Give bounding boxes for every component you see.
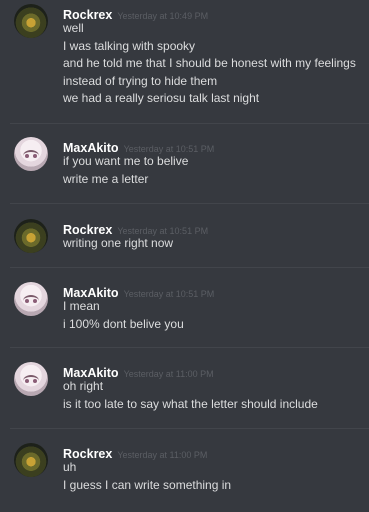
message-divider	[10, 123, 369, 124]
message-line: writing one right now	[63, 236, 174, 250]
message-line: oh right	[63, 379, 104, 393]
rockrex-avatar-icon[interactable]	[14, 219, 48, 253]
message-divider	[10, 267, 369, 268]
message-line: I guess I can write something in	[63, 477, 232, 492]
message-line: write me a letter	[63, 171, 149, 186]
message-line: I was talking with spooky	[63, 38, 196, 53]
maxakito-avatar-icon[interactable]	[14, 137, 48, 171]
maxakito-avatar-icon[interactable]	[14, 362, 48, 396]
rockrex-avatar-icon[interactable]	[14, 4, 48, 38]
message-line: I mean	[63, 299, 100, 313]
message-line: i 100% dont belive you	[63, 316, 184, 331]
message-line: is it too late to say what the letter sh…	[63, 396, 318, 411]
message-divider	[10, 428, 369, 429]
message-divider	[10, 203, 369, 204]
message-line: and he told me that I should be honest w…	[63, 56, 356, 70]
rockrex-avatar-icon[interactable]	[14, 443, 48, 477]
message-line: uh	[63, 460, 77, 474]
message-line: instead of trying to hide them	[63, 73, 218, 88]
message-line: if you want me to belive	[63, 154, 189, 168]
message-line: we had a really seriosu talk last night	[63, 91, 260, 105]
maxakito-avatar-icon[interactable]	[14, 282, 48, 316]
message-divider	[10, 347, 369, 348]
message-line: well	[63, 21, 84, 35]
